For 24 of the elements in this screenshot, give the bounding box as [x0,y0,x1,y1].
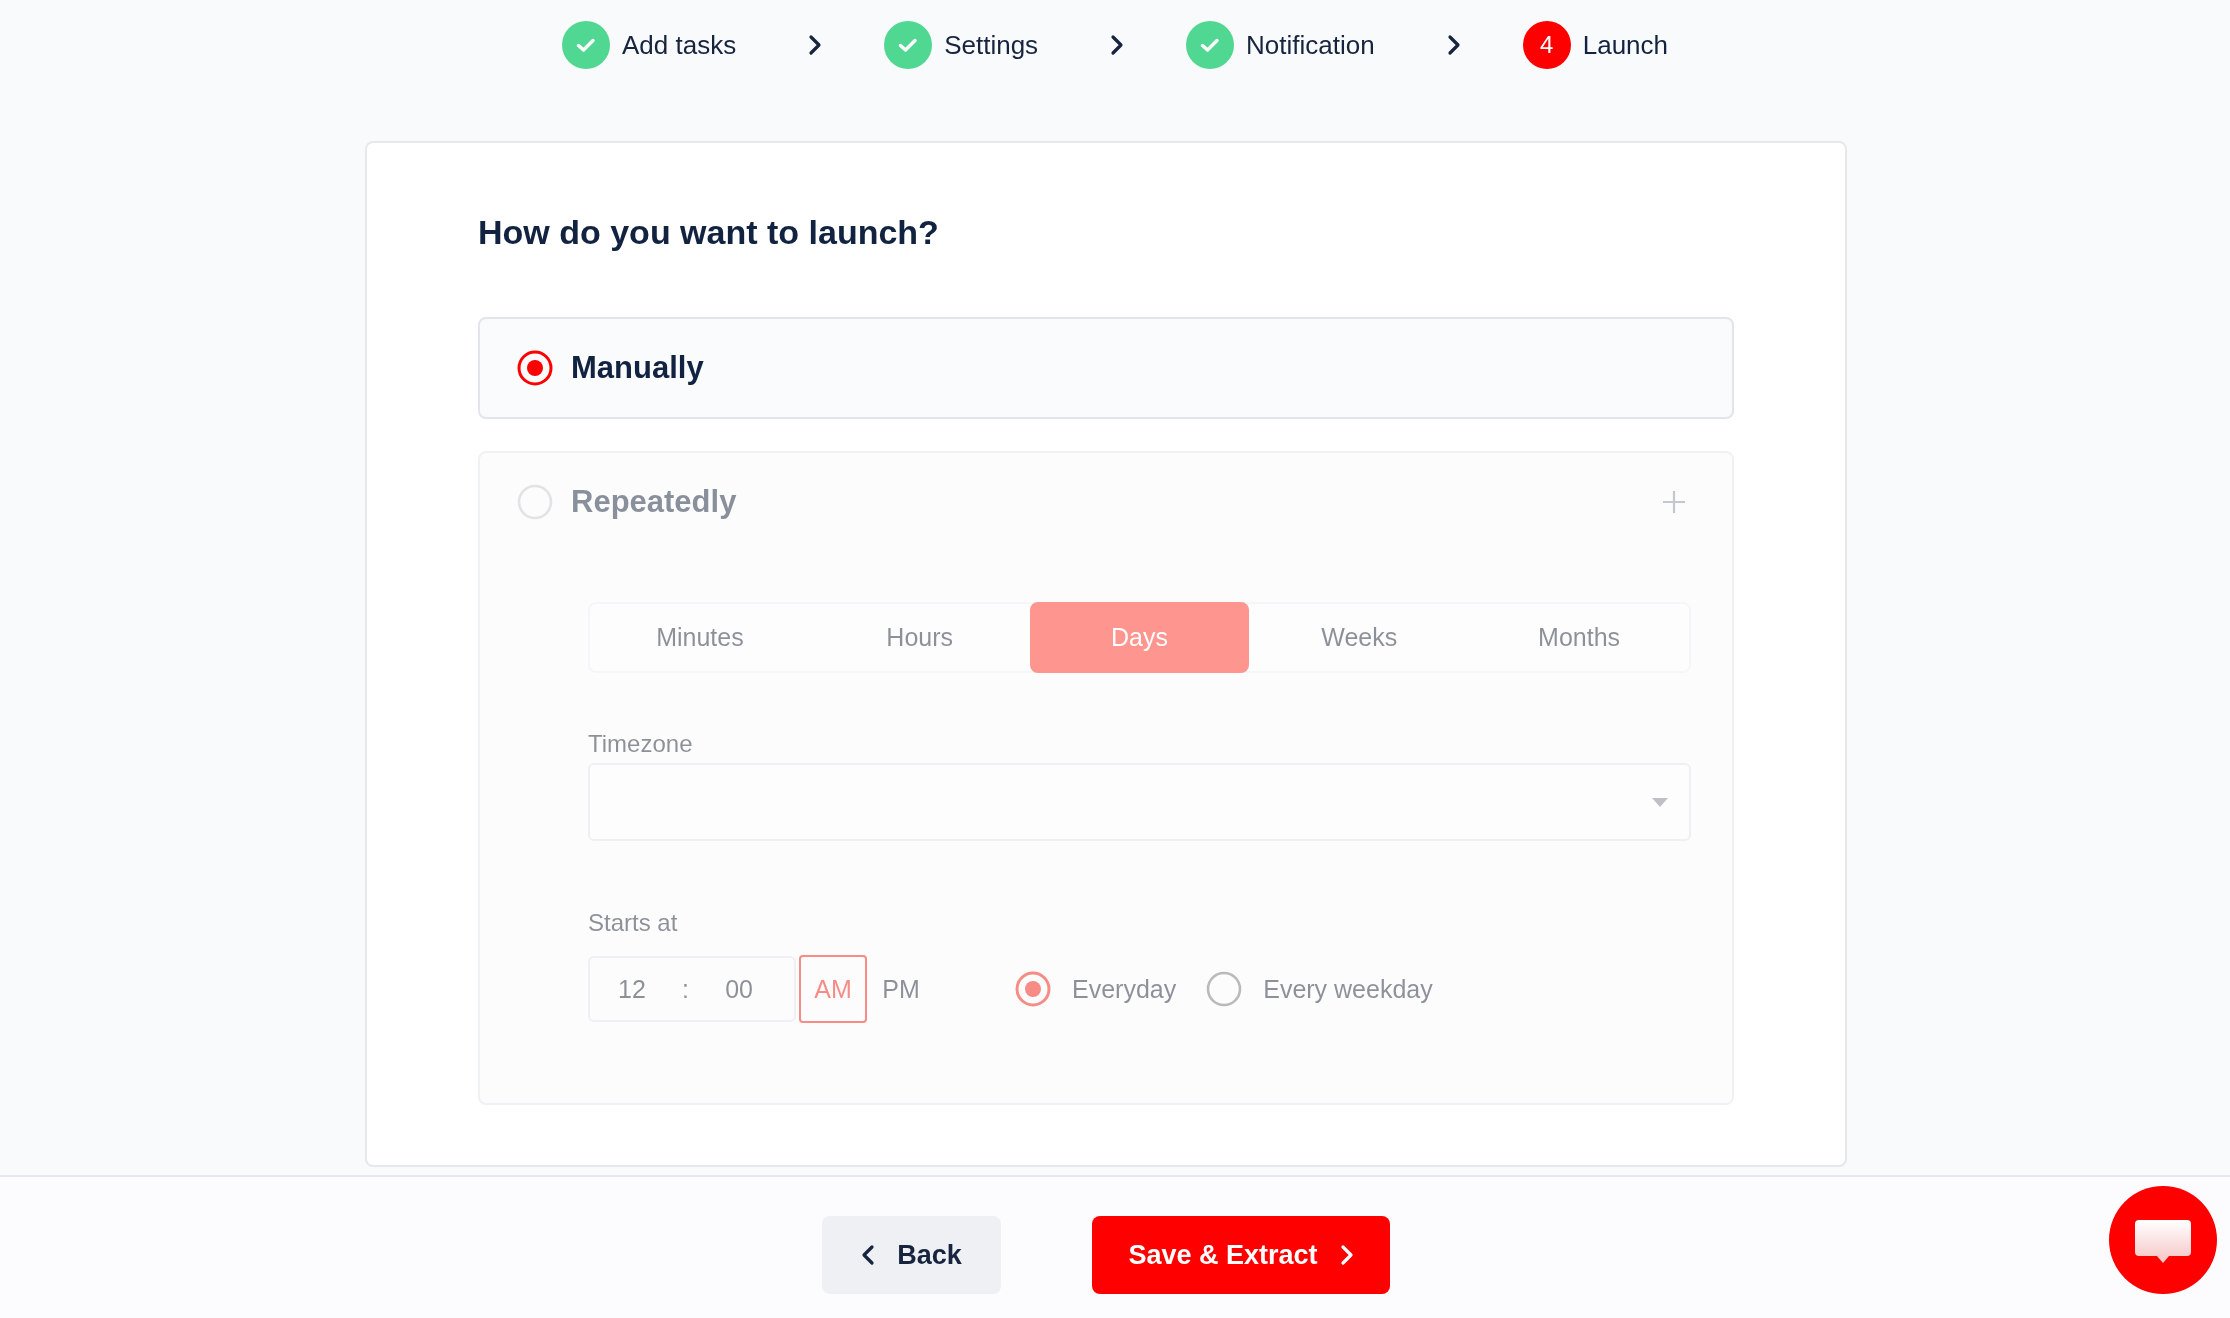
field-label: Starts at [588,908,678,938]
caret-down-icon [1652,797,1668,807]
chevron-right-icon [1339,1244,1354,1266]
chevron-right-icon [1446,34,1461,56]
save-extract-button[interactable]: Save & Extract [1092,1216,1390,1294]
step-label: Launch [1582,29,1669,61]
chevron-right-icon [808,34,823,56]
chat-icon[interactable] [2109,1186,2217,1294]
time-separator: : [682,974,689,1004]
step-label: Add tasks [621,29,737,61]
chevron-left-icon [861,1244,876,1266]
radio-label: Every weekday [1263,974,1433,1004]
page-heading: How do you want to launch? [478,212,940,252]
radio-label: Everyday [1072,974,1177,1004]
option-label: Manually [571,350,704,386]
back-button[interactable]: Back [822,1216,1001,1294]
field-label: Timezone [588,729,693,759]
option-label: Repeatedly [571,484,737,520]
chevron-right-icon [1110,34,1125,56]
radio-button[interactable] [517,350,553,386]
step-number-badge: 4 [1522,21,1571,69]
launch-option-card[interactable]: Manually [478,317,1734,419]
step-label: Notification [1246,29,1375,61]
step-label: Settings [944,29,1039,61]
